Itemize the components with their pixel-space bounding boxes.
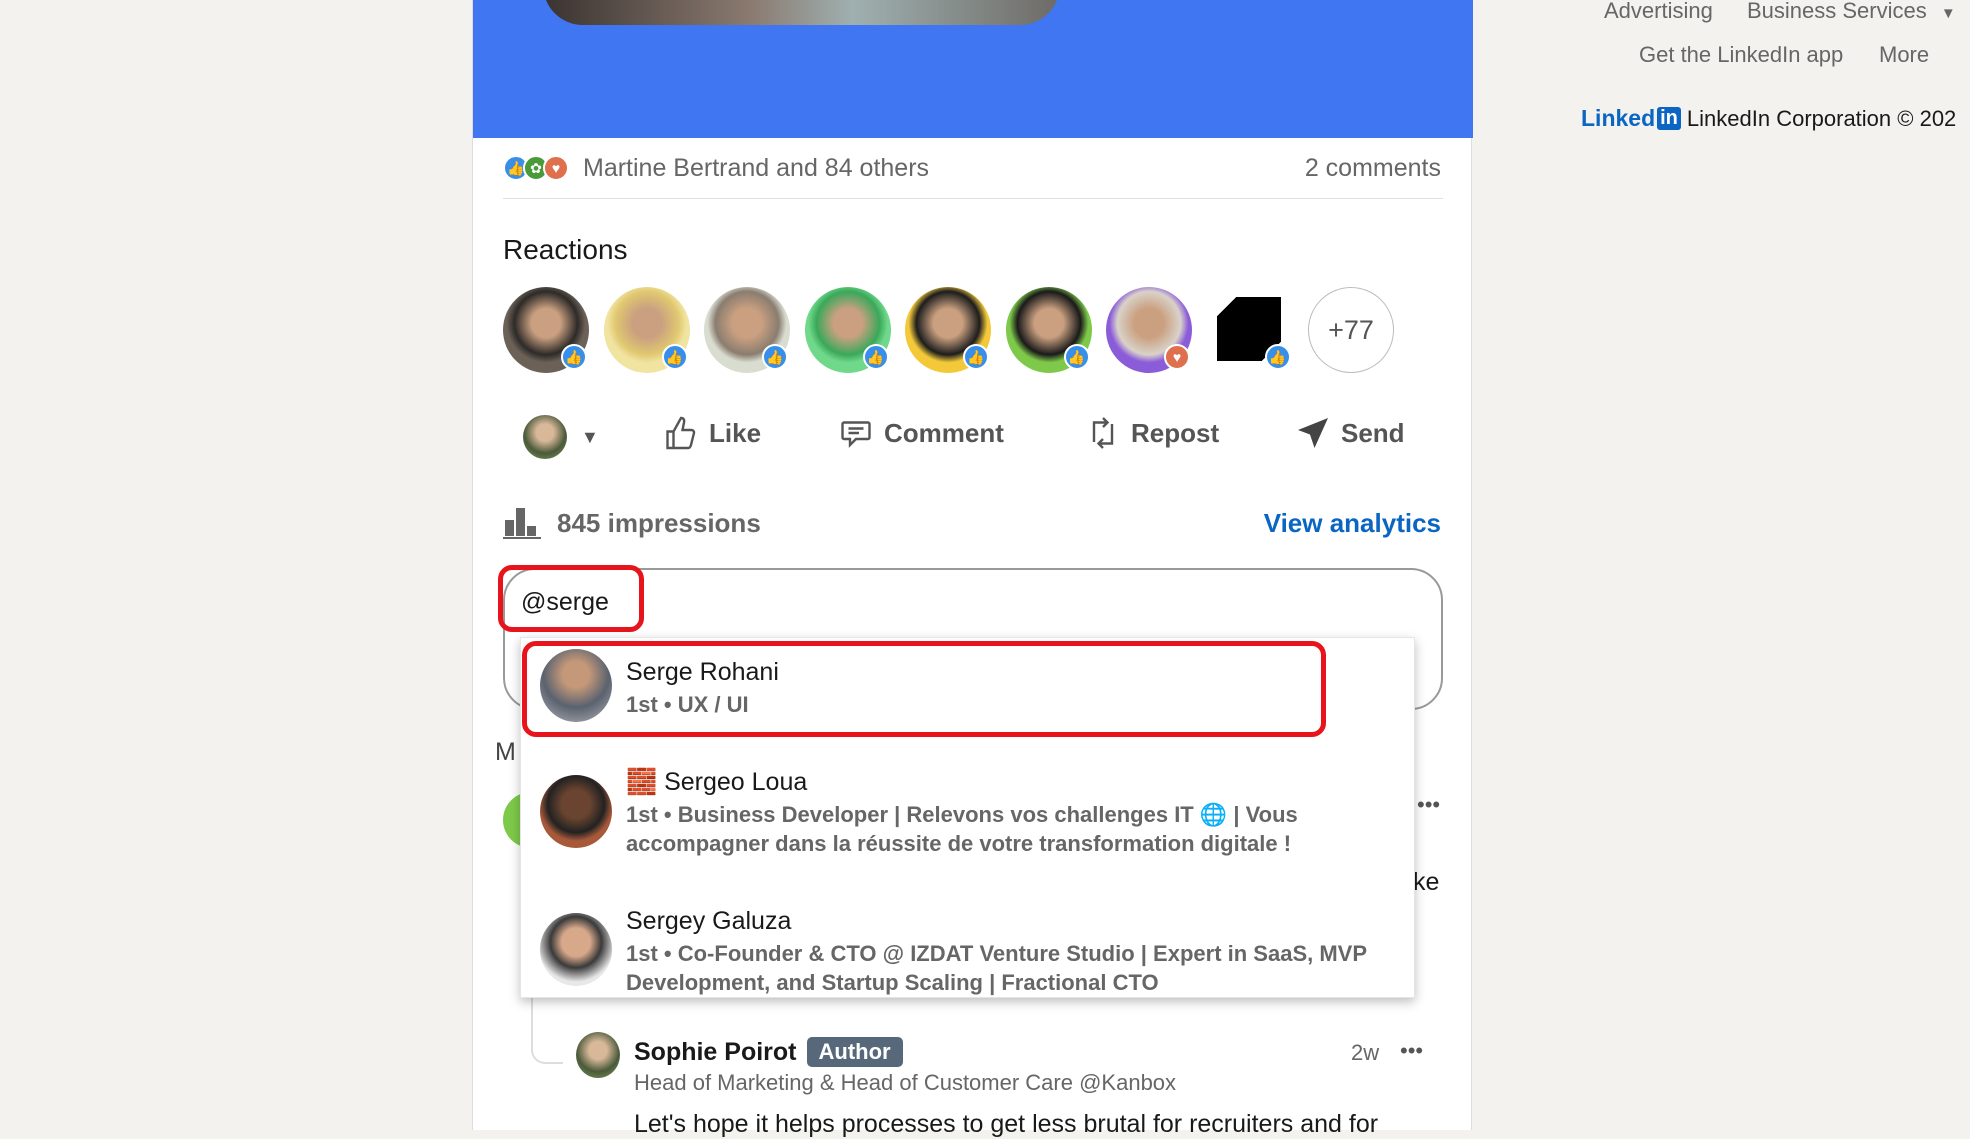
thumbs-up-icon <box>666 416 696 450</box>
repost-icon <box>1092 417 1114 449</box>
comments-count[interactable]: 2 comments <box>1305 154 1441 183</box>
mention-headline: 1st • Co-Founder & CTO @ IZDAT Venture S… <box>626 941 1368 966</box>
divider <box>503 198 1443 199</box>
caret-down-icon: ▼ <box>1940 5 1956 22</box>
comment-text-partial: ke <box>1413 868 1440 896</box>
reactions-summary[interactable]: Martine Bertrand and 84 others <box>583 154 929 183</box>
impressions: 845 impressions <box>503 506 761 540</box>
brick-emoji-icon: 🧱 <box>626 768 658 796</box>
reply-header: Sophie Poirot Author <box>634 1037 903 1067</box>
more-reactors-button[interactable]: +77 <box>1308 287 1394 373</box>
reply-time: 2w <box>1351 1040 1380 1065</box>
footer-link-more[interactable]: More <box>1879 42 1929 68</box>
like-button[interactable]: Like <box>663 415 761 451</box>
send-icon <box>1298 418 1328 448</box>
comment-button[interactable]: Comment <box>838 415 1004 451</box>
mention-avatar <box>540 775 612 848</box>
view-analytics-link[interactable]: View analytics <box>1264 508 1441 539</box>
chevron-down-icon: ▼ <box>581 426 599 447</box>
mention-headline-cont: accompagner dans la réussite de votre tr… <box>626 831 1292 856</box>
mention-option[interactable]: Sergey Galuza 1st • Co-Founder & CTO @ I… <box>521 898 1416 998</box>
actor-avatar <box>523 415 567 459</box>
highlight-selected-mention <box>522 641 1326 737</box>
post-image-photo <box>543 0 1060 25</box>
comment-icon <box>841 421 871 448</box>
reply-text: Let's hope it helps processes to get les… <box>634 1110 1379 1138</box>
post-card: 👍 ✿ ♥ Martine Bertrand and 84 others 2 c… <box>472 0 1473 1138</box>
footer-link-app[interactable]: Get the LinkedIn app <box>1639 42 1843 68</box>
copyright-text: LinkedIn Corporation © 202 <box>1686 105 1957 131</box>
comment-label: Comment <box>884 417 1004 448</box>
reply-more-options-icon[interactable]: ••• <box>1400 1038 1423 1064</box>
actor-switcher[interactable]: ▼ <box>523 415 599 459</box>
linkedin-logo: Linked in <box>1581 105 1681 132</box>
repost-button[interactable]: Repost <box>1085 415 1219 451</box>
repost-label: Repost <box>1131 417 1220 448</box>
mention-option[interactable]: 🧱 Sergeo Loua 1st • Business Developer |… <box>521 758 1416 878</box>
mention-headline-cont: Development, and Startup Scaling | Fract… <box>626 970 1159 995</box>
thread-line <box>531 998 563 1064</box>
more-options-icon[interactable]: ••• <box>1417 792 1440 818</box>
love-reaction-icon: ♥ <box>543 155 569 181</box>
like-reaction-icon: 👍 <box>762 344 788 370</box>
mention-avatar <box>540 913 612 986</box>
footer-link-advertising[interactable]: Advertising <box>1604 0 1713 24</box>
impressions-count: 845 impressions <box>557 507 761 538</box>
reactions-heading: Reactions <box>503 234 628 265</box>
reply-avatar[interactable] <box>576 1032 620 1078</box>
like-reaction-icon: 👍 <box>1264 344 1291 370</box>
mention-name: Sergey Galuza <box>626 907 792 935</box>
like-reaction-icon: 👍 <box>862 344 889 370</box>
like-reaction-icon: 👍 <box>661 344 688 370</box>
mention-headline: 1st • Business Developer | Relevons vos … <box>626 802 1298 827</box>
like-reaction-icon: 👍 <box>963 344 989 370</box>
like-reaction-icon: 👍 <box>1063 344 1090 370</box>
reply-author-name[interactable]: Sophie Poirot <box>634 1038 797 1067</box>
like-label: Like <box>709 417 762 448</box>
author-badge: Author <box>806 1037 903 1067</box>
reply-headline: Head of Marketing & Head of Customer Car… <box>634 1070 1177 1095</box>
sort-label-partial: M <box>495 738 516 766</box>
bar-chart-icon <box>503 508 541 539</box>
send-label: Send <box>1341 417 1405 448</box>
footer-copyright: Linked in LinkedIn Corporation © 202 <box>1581 105 1956 132</box>
highlight-mention-text <box>498 565 644 632</box>
send-button[interactable]: Send <box>1295 415 1405 451</box>
mention-name: Sergeo Loua <box>664 768 808 796</box>
love-reaction-icon: ♥ <box>1164 344 1190 370</box>
reaction-icons[interactable]: 👍 ✿ ♥ <box>503 155 573 183</box>
business-services-label: Business Services <box>1747 0 1927 23</box>
post-image[interactable] <box>473 0 1473 138</box>
footer-link-business-services[interactable]: Business Services ▼ <box>1747 0 1956 24</box>
like-reaction-icon: 👍 <box>561 344 587 370</box>
